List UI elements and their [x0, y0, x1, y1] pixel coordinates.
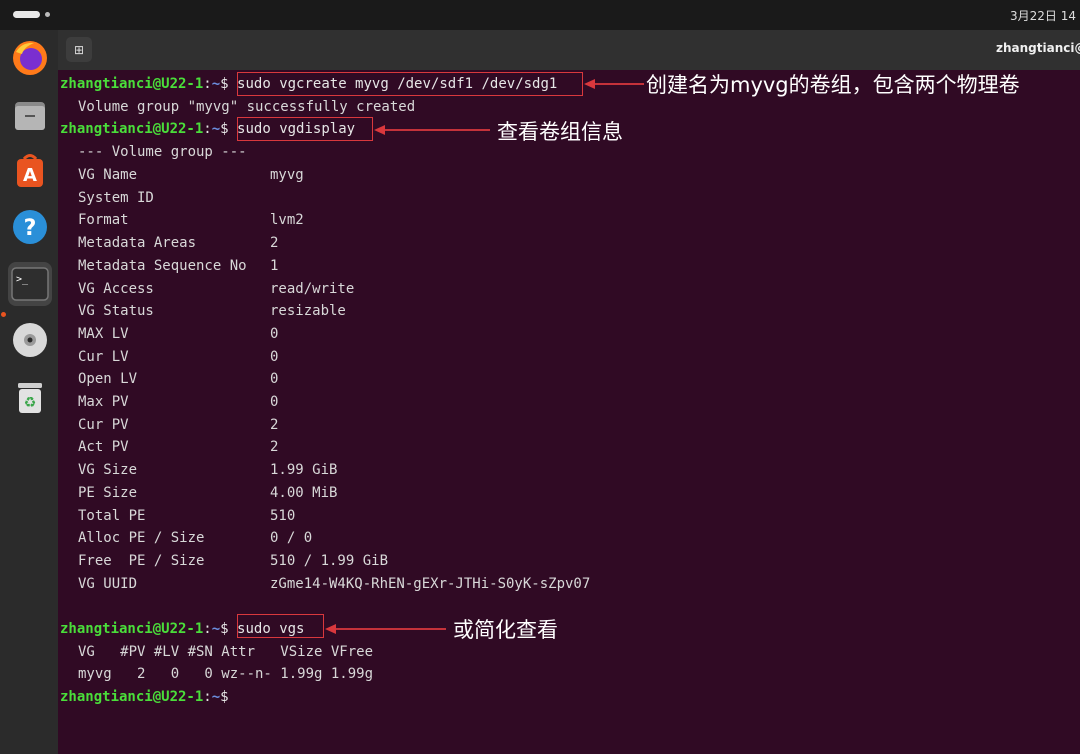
vgdisplay-value: resizable	[270, 303, 346, 320]
vgdisplay-key: Metadata Sequence No	[78, 257, 247, 274]
vgdisplay-row: Metadata Sequence No 1	[60, 256, 278, 276]
svg-text:?: ?	[24, 216, 37, 241]
trash-icon[interactable]: ♻	[8, 375, 52, 419]
vgdisplay-row: VG Status resizable	[60, 301, 346, 321]
vgdisplay-key: PE Size	[78, 484, 138, 501]
vgdisplay-value: 0	[270, 394, 279, 410]
vgdisplay-row: VG Size 1.99 GiB	[60, 460, 337, 480]
vgdisplay-row: Total PE 510	[60, 506, 295, 526]
vgs-header: VG #PV #LV #SN Attr VSize VFree	[78, 644, 374, 660]
svg-text:>_: >_	[16, 274, 29, 285]
vgdisplay-key: Cur LV	[78, 348, 129, 365]
vgdisplay-row: Open LV 0	[60, 369, 278, 389]
top-bar: 3月22日 14	[0, 0, 1080, 30]
prompt-user: zhangtianci@U22-1	[60, 689, 204, 705]
vgdisplay-row: Metadata Areas 2	[60, 233, 278, 253]
vgdisplay-value: 510 / 1.99 GiB	[270, 552, 389, 569]
terminal-output[interactable]: zhangtianci@U22-1:~$ sudo vgcreate myvg …	[58, 70, 1080, 754]
vgdisplay-key: Max PV	[78, 394, 129, 410]
annotation-vgdisplay: 查看卷组信息	[497, 120, 623, 144]
vgdisplay-key: Free PE / Size	[78, 552, 205, 569]
vgdisplay-row: Cur LV 0	[60, 347, 278, 367]
dock: A ? >_ ♻	[0, 30, 58, 754]
vgdisplay-value: read/write	[270, 280, 355, 297]
vgdisplay-value: 0	[270, 348, 279, 365]
svg-text:A: A	[23, 165, 37, 186]
vgdisplay-value: zGme14-W4KQ-RhEN-gEXr-JTHi-S0yK-sZpv07	[270, 575, 591, 592]
vgdisplay-value: 1	[270, 257, 279, 274]
prompt-user: zhangtianci@U22-1	[60, 76, 204, 92]
new-tab-button[interactable]: ⊞	[66, 37, 92, 62]
vgdisplay-key: MAX LV	[78, 325, 129, 342]
vgdisplay-key: VG Name	[78, 167, 138, 183]
vgdisplay-row: Alloc PE / Size 0 / 0	[60, 528, 312, 548]
vgdisplay-row: Act PV 2	[60, 437, 278, 457]
vgdisplay-key: Alloc PE / Size	[78, 530, 205, 547]
annotation-vgcreate: 创建名为myvg的卷组，包含两个物理卷	[646, 73, 1020, 97]
vgdisplay-key: System ID	[78, 189, 154, 206]
vgdisplay-row: System ID	[60, 188, 270, 208]
vgdisplay-key: Format	[78, 212, 129, 229]
app-center-icon[interactable]: A	[8, 149, 52, 193]
terminal-header-bar: ⊞ zhangtianci@U	[58, 30, 1080, 70]
vgdisplay-row: VG Name myvg	[60, 165, 304, 185]
vgdisplay-row: MAX LV 0	[60, 324, 278, 344]
vgdisplay-row: Format lvm2	[60, 210, 304, 230]
vgdisplay-value: 0	[270, 371, 279, 388]
vgdisplay-value: 4.00 MiB	[270, 484, 338, 501]
vgdisplay-header: --- Volume group ---	[78, 144, 247, 160]
clock[interactable]: 3月22日 14	[1010, 7, 1076, 24]
highlight-box-vgcreate	[237, 72, 583, 96]
prompt-line[interactable]: zhangtianci@U22-1:~$	[60, 687, 229, 707]
svg-text:♻: ♻	[24, 395, 37, 411]
vgdisplay-key: Open LV	[78, 371, 138, 388]
prompt-user: zhangtianci@U22-1	[60, 621, 204, 637]
vgdisplay-row: Cur PV 2	[60, 415, 278, 435]
vgdisplay-value: 0	[270, 325, 279, 342]
vgdisplay-key: VG Status	[78, 303, 154, 320]
workspace-dot	[45, 12, 50, 17]
files-icon[interactable]	[8, 93, 52, 137]
activities-indicator[interactable]	[13, 11, 40, 18]
highlight-box-vgdisplay	[237, 117, 373, 141]
vgdisplay-value: 0 / 0	[270, 530, 313, 547]
vgdisplay-key: VG Access	[78, 280, 154, 297]
vgs-row: myvg 2 0 0 wz--n- 1.99g 1.99g	[78, 666, 374, 682]
vgdisplay-key: Act PV	[78, 439, 129, 456]
vgdisplay-value: lvm2	[270, 212, 304, 229]
vgdisplay-value: 2	[270, 416, 279, 433]
vgdisplay-key: VG Size	[78, 462, 138, 479]
vgdisplay-value: 510	[270, 507, 296, 524]
vgdisplay-row: VG Access read/write	[60, 279, 354, 299]
vgdisplay-key: VG UUID	[78, 575, 138, 592]
vgdisplay-key: Metadata Areas	[78, 235, 197, 252]
help-icon[interactable]: ?	[8, 205, 52, 249]
prompt-user: zhangtianci@U22-1	[60, 121, 204, 137]
vgdisplay-key: Total PE	[78, 507, 146, 524]
vgdisplay-value: myvg	[270, 167, 304, 183]
vgdisplay-value: 2	[270, 235, 279, 252]
command-output: Volume group "myvg" successfully created	[78, 99, 416, 115]
vgdisplay-row: VG UUID zGme14-W4KQ-RhEN-gEXr-JTHi-S0yK-s…	[60, 574, 590, 594]
disc-icon[interactable]	[8, 318, 52, 362]
window-title: zhangtianci@U	[996, 41, 1080, 55]
vgdisplay-value: 1.99 GiB	[270, 462, 338, 479]
firefox-icon[interactable]	[8, 36, 52, 80]
vgdisplay-row: PE Size 4.00 MiB	[60, 483, 337, 503]
annotation-vgs: 或简化查看	[453, 618, 558, 642]
terminal-icon[interactable]: >_	[8, 262, 52, 306]
vgdisplay-value: 2	[270, 439, 279, 456]
vgdisplay-row: Max PV 0	[60, 392, 278, 412]
running-indicator	[1, 312, 6, 317]
highlight-box-vgs	[237, 614, 324, 638]
vgdisplay-row: Free PE / Size 510 / 1.99 GiB	[60, 551, 388, 571]
vgdisplay-key: Cur PV	[78, 416, 129, 433]
